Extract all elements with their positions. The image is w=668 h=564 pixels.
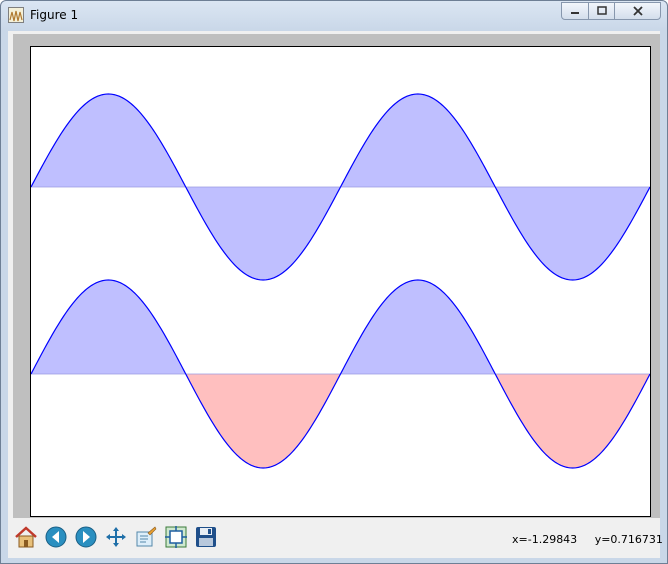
forward-arrow-icon (75, 526, 96, 547)
negative-fill-region (185, 187, 341, 280)
subplots-config-icon (164, 525, 187, 548)
forward-button[interactable] (73, 524, 98, 549)
plot-svg (30, 93, 651, 469)
figure-client-area: x=-1.29843 y=0.716731 (8, 31, 663, 558)
minimize-icon (571, 12, 579, 14)
pan-move-icon (105, 526, 126, 547)
matplotlib-figure-icon (8, 7, 24, 23)
back-button[interactable] (43, 524, 68, 549)
zoom-rect-icon (136, 526, 156, 546)
window-title: Figure 1 (30, 8, 79, 22)
plot-area[interactable] (30, 46, 651, 517)
x-coordinate-readout: x=-1.29843 (512, 533, 578, 546)
negative-fill-region (495, 374, 650, 468)
negative-fill-region (185, 374, 341, 468)
navigation-toolbar (13, 524, 218, 554)
positive-fill-region (340, 94, 496, 187)
figure-canvas[interactable] (13, 34, 660, 518)
cursor-coordinates: x=-1.29843 y=0.716731 (512, 533, 663, 546)
save-button[interactable] (193, 524, 218, 549)
negative-fill-region (495, 187, 650, 280)
positive-fill-region (31, 94, 186, 187)
positive-fill-region (340, 280, 496, 374)
back-arrow-icon (45, 526, 66, 547)
pan-button[interactable] (103, 524, 128, 549)
title-bar[interactable]: Figure 1 (1, 1, 667, 31)
maximize-icon (596, 6, 607, 15)
maximize-button[interactable] (588, 2, 615, 20)
home-icon (14, 525, 37, 547)
floppy-save-icon (195, 526, 216, 547)
subplots-button[interactable] (163, 524, 188, 549)
figure-window: Figure 1 x=-1.29843 y=0.716731 (0, 0, 668, 564)
y-coordinate-readout: y=0.716731 (594, 533, 663, 546)
close-button[interactable] (614, 2, 661, 20)
close-icon (632, 6, 643, 16)
home-button[interactable] (13, 524, 38, 549)
positive-fill-region (31, 280, 186, 374)
minimize-button[interactable] (561, 2, 589, 20)
zoom-button[interactable] (133, 524, 158, 549)
